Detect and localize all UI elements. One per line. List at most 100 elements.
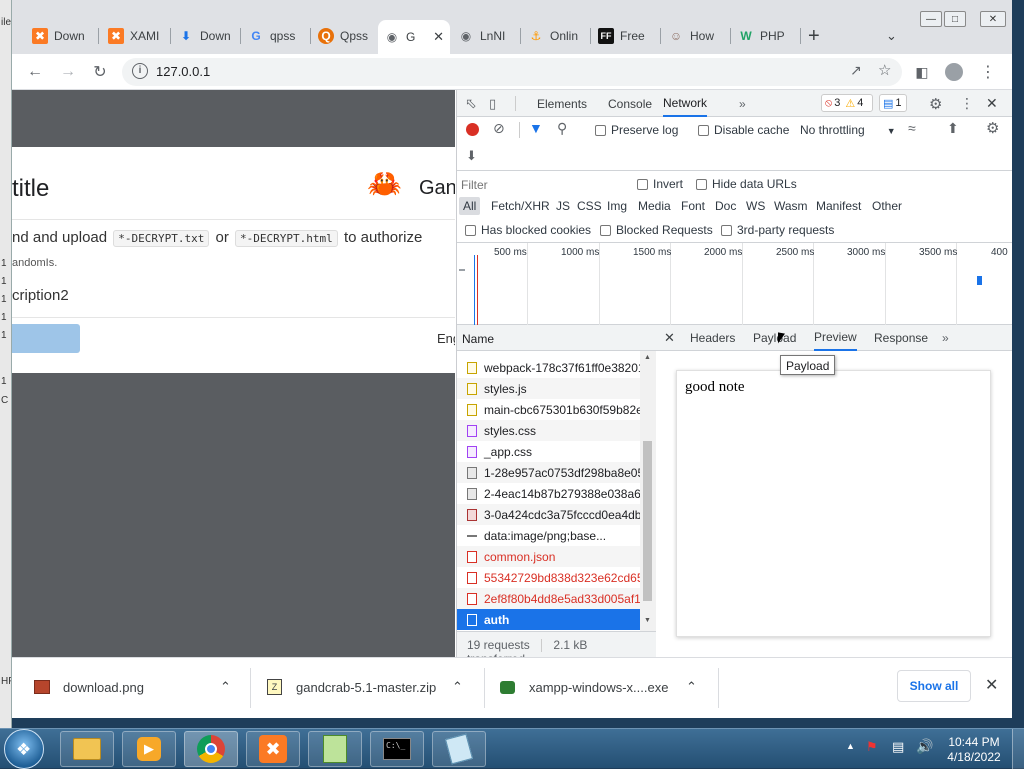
close-window-button[interactable]: ✕ (980, 11, 1006, 27)
maximize-button[interactable]: □ (944, 11, 966, 27)
type-filter-doc[interactable]: Doc (715, 199, 736, 213)
show-desktop-button[interactable] (1012, 729, 1024, 769)
network-icon[interactable]: ▤ (892, 739, 904, 755)
device-toolbar-icon[interactable]: ▯ (489, 90, 496, 117)
share-icon[interactable]: ↗ (850, 62, 862, 79)
tab[interactable]: ⚓ Onlin (522, 24, 588, 48)
new-tab-button[interactable]: + (808, 25, 820, 48)
request-row[interactable]: _app.css (457, 441, 640, 462)
hide-data-urls-checkbox[interactable]: Hide data URLs (696, 177, 797, 191)
cmd-taskbar-button[interactable]: C:\_ (370, 731, 424, 767)
devtools-menu-icon[interactable]: ⋮ (960, 90, 974, 117)
clock-time[interactable]: 10:44 PM (944, 735, 1004, 749)
invert-checkbox[interactable]: Invert (637, 177, 683, 191)
request-row[interactable]: styles.js (457, 378, 640, 399)
notepad-taskbar-button[interactable] (432, 731, 486, 767)
close-devtools-icon[interactable]: ✕ (986, 90, 998, 117)
blocked-cookies-checkbox[interactable]: Has blocked cookies (465, 223, 591, 237)
type-filter-manifest[interactable]: Manifest (816, 199, 861, 213)
explorer-taskbar-button[interactable] (60, 731, 114, 767)
tab[interactable]: W PHP (732, 24, 798, 48)
tab-elements[interactable]: Elements (537, 90, 587, 117)
type-filter-font[interactable]: Font (681, 199, 705, 213)
profile-avatar-icon[interactable] (944, 62, 964, 82)
type-filter-wasm[interactable]: Wasm (774, 199, 808, 213)
show-hidden-icons-icon[interactable]: ▲ (846, 741, 855, 751)
request-row[interactable]: main-cbc675301b630f59b82e (457, 399, 640, 420)
tab[interactable]: G qpss (242, 24, 308, 48)
download-item[interactable]: Z gandcrab-5.1-master.zip (267, 658, 436, 716)
record-icon[interactable] (466, 123, 479, 136)
tab-search-icon[interactable]: ⌄ (886, 28, 897, 44)
third-party-checkbox[interactable]: 3rd-party requests (721, 223, 834, 237)
notepadpp-taskbar-button[interactable] (308, 731, 362, 767)
more-detail-tabs-icon[interactable]: » (942, 325, 949, 351)
blocked-requests-checkbox[interactable]: Blocked Requests (600, 223, 713, 237)
scroll-down-icon[interactable]: ▼ (644, 617, 651, 624)
tab-network[interactable]: Network (663, 90, 708, 117)
type-filter-ws[interactable]: WS (746, 199, 765, 213)
menu-kebab-icon[interactable]: ⋮ (978, 62, 998, 82)
type-filter-css[interactable]: CSS (577, 199, 602, 213)
close-detail-icon[interactable]: ✕ (664, 325, 675, 351)
chevron-up-icon[interactable]: ⌃ (220, 679, 231, 695)
filter-funnel-icon[interactable]: ▼ (529, 120, 543, 136)
type-filter-fetch-xhr[interactable]: Fetch/XHR (491, 199, 550, 213)
start-button[interactable]: ❖ (4, 729, 44, 769)
tab[interactable]: ◉ LnNI (452, 24, 518, 48)
tab-payload[interactable]: Payload (753, 325, 796, 351)
back-icon[interactable]: ← (25, 62, 45, 82)
tab[interactable]: ✖ Down (26, 24, 96, 48)
network-conditions-icon[interactable]: ≈ (908, 120, 916, 136)
request-row[interactable]: styles.css (457, 420, 640, 441)
xampp-taskbar-button[interactable]: ✖ (246, 731, 300, 767)
chevron-up-icon[interactable]: ⌃ (452, 679, 463, 695)
close-downloads-icon[interactable]: ✕ (985, 675, 998, 695)
inspect-element-icon[interactable]: ⬁ (465, 90, 477, 117)
search-icon[interactable]: ⚲ (557, 120, 567, 137)
request-row[interactable]: webpack-178c37f61ff0e38201 (457, 357, 640, 378)
request-list-scrollbar[interactable]: ▲ ▼ (640, 351, 656, 631)
request-row-selected[interactable]: auth (457, 609, 640, 630)
request-row[interactable]: 3-0a424cdc3a75fcccd0ea4db (457, 504, 640, 525)
throttling-select[interactable]: No throttling ▼ (800, 123, 896, 137)
chrome-taskbar-button[interactable] (184, 731, 238, 767)
tab-console[interactable]: Console (608, 90, 652, 117)
request-row-error[interactable]: 2ef8f80b4dd8e5ad33d005af1 (457, 588, 640, 609)
tab[interactable]: FF Free (592, 24, 658, 48)
request-row-error[interactable]: common.json (457, 546, 640, 567)
type-filter-img[interactable]: Img (607, 199, 627, 213)
reload-icon[interactable]: ↻ (90, 62, 110, 82)
settings-gear-icon[interactable]: ⚙ (929, 90, 942, 117)
scrollbar-thumb[interactable] (643, 441, 652, 601)
tab[interactable]: Q Qpss (312, 24, 378, 48)
import-har-icon[interactable]: ⬆ (947, 120, 959, 137)
scroll-up-icon[interactable]: ▲ (644, 354, 651, 361)
request-row[interactable]: data:image/png;base... (457, 525, 640, 546)
tab-response[interactable]: Response (874, 325, 928, 351)
side-panel-icon[interactable]: ◧ (912, 62, 932, 82)
request-row-error[interactable]: 55342729bd838d323e62cd65 (457, 567, 640, 588)
preserve-log-checkbox[interactable]: Preserve log (595, 123, 678, 137)
tab[interactable]: ✖ XAMI (102, 24, 168, 48)
chevron-up-icon[interactable]: ⌃ (686, 679, 697, 695)
type-filter-media[interactable]: Media (638, 199, 671, 213)
tab-preview[interactable]: Preview (814, 325, 857, 351)
tab-active[interactable]: ◉ G ✕ (378, 20, 450, 54)
filter-input[interactable] (461, 176, 621, 194)
volume-icon[interactable]: 🔊 (916, 738, 933, 755)
language-selector[interactable]: Eng (437, 331, 455, 346)
tab[interactable]: ⬇ Down (172, 24, 238, 48)
request-row[interactable]: 1-28e957ac0753df298ba8e05 (457, 462, 640, 483)
primary-button[interactable] (12, 324, 80, 353)
clock-date[interactable]: 4/18/2022 (944, 750, 1004, 764)
network-settings-gear-icon[interactable]: ⚙ (986, 119, 999, 137)
bookmark-star-icon[interactable]: ☆ (878, 61, 891, 79)
download-item[interactable]: xampp-windows-x....exe (500, 658, 668, 716)
download-item[interactable]: download.png (34, 658, 144, 716)
type-filter-js[interactable]: JS (556, 199, 570, 213)
tab[interactable]: ☺ How (662, 24, 728, 48)
disable-cache-checkbox[interactable]: Disable cache (698, 123, 789, 137)
clear-icon[interactable]: ⊘ (493, 120, 505, 137)
media-player-taskbar-button[interactable]: ▶ (122, 731, 176, 767)
